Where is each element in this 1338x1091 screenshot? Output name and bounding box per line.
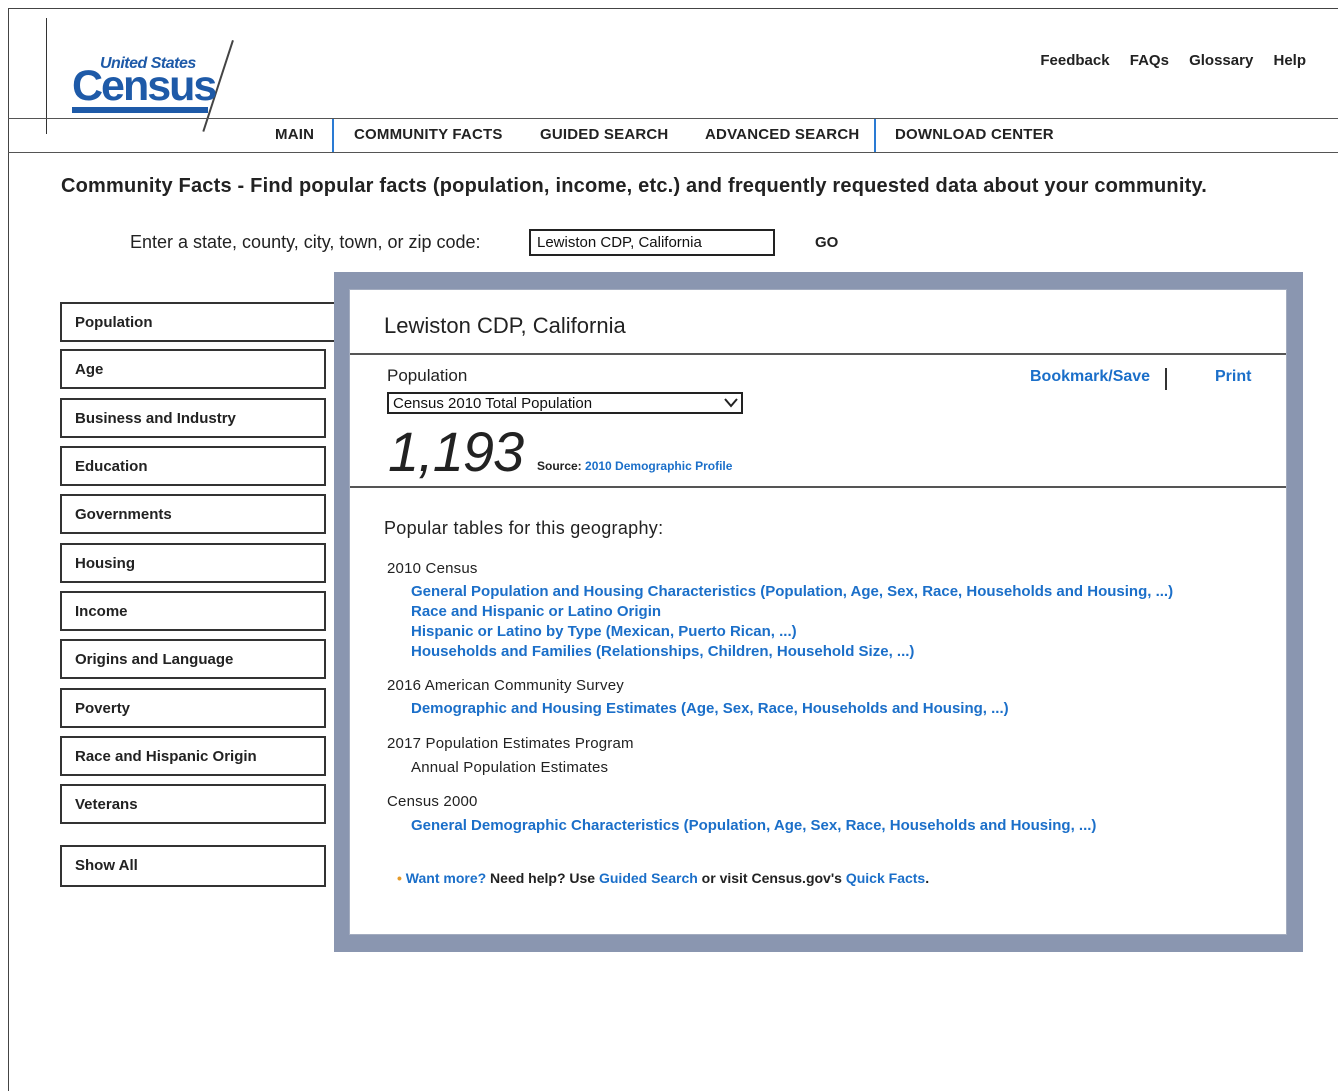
- panel-divider: [350, 486, 1286, 488]
- chevron-down-icon: [724, 398, 738, 408]
- table-link[interactable]: Hispanic or Latino by Type (Mexican, Pue…: [411, 623, 797, 640]
- nav-divider: [8, 152, 1338, 153]
- sidebar-item-race-and-hispanic-origin[interactable]: Race and Hispanic Origin: [60, 736, 326, 776]
- group-title: 2017 Population Estimates Program: [387, 735, 634, 752]
- table-link[interactable]: Race and Hispanic or Latino Origin: [411, 603, 661, 620]
- sidebar-item-veterans[interactable]: Veterans: [60, 784, 326, 824]
- search-label: Enter a state, county, city, town, or zi…: [130, 232, 481, 252]
- quick-facts-link[interactable]: Quick Facts: [846, 870, 925, 886]
- header-divider: [8, 118, 1338, 119]
- action-separator: [1165, 368, 1167, 390]
- sidebar-item-origins-and-language[interactable]: Origins and Language: [60, 639, 326, 679]
- table-link[interactable]: Households and Families (Relationships, …: [411, 643, 914, 660]
- sidebar-item-age[interactable]: Age: [60, 349, 326, 389]
- print-link[interactable]: Print: [1215, 368, 1251, 386]
- source-label: Source:: [537, 459, 582, 473]
- population-value: 1,193: [388, 420, 524, 483]
- sidebar-item-housing[interactable]: Housing: [60, 543, 326, 583]
- measure-select-value: Census 2010 Total Population: [393, 395, 593, 412]
- want-more-line: • Want more? Need help? Use Guided Searc…: [397, 870, 929, 886]
- faqs-link[interactable]: FAQs: [1130, 52, 1169, 69]
- glossary-link[interactable]: Glossary: [1189, 52, 1253, 69]
- nav-main[interactable]: MAIN: [275, 126, 314, 143]
- sidebar-item-business-and-industry[interactable]: Business and Industry: [60, 398, 326, 438]
- logo-divider: [46, 18, 47, 134]
- sidebar-item-population[interactable]: Population: [60, 302, 334, 342]
- want-more-link[interactable]: Want more?: [406, 870, 486, 886]
- table-link[interactable]: General Demographic Characteristics (Pop…: [411, 817, 1096, 834]
- need-help-text: Need help? Use: [486, 870, 599, 886]
- nav-download-center[interactable]: DOWNLOAD CENTER: [895, 126, 1054, 143]
- period-text: .: [925, 870, 930, 886]
- sidebar-item-education[interactable]: Education: [60, 446, 326, 486]
- page-title: Community Facts - Find popular facts (po…: [61, 175, 1208, 197]
- table-item: Annual Population Estimates: [411, 759, 609, 776]
- measure-label: Population: [387, 366, 468, 385]
- sidebar-item-governments[interactable]: Governments: [60, 494, 326, 534]
- geography-title: Lewiston CDP, California: [384, 313, 626, 338]
- bullet-icon: •: [397, 870, 402, 886]
- table-link[interactable]: General Population and Housing Character…: [411, 583, 1173, 600]
- search-input[interactable]: [529, 229, 775, 256]
- feedback-link[interactable]: Feedback: [1040, 52, 1109, 69]
- panel-divider: [350, 353, 1286, 355]
- go-button[interactable]: GO: [815, 234, 838, 251]
- nav-guided-search[interactable]: GUIDED SEARCH: [540, 126, 668, 143]
- popular-tables-heading: Popular tables for this geography:: [384, 518, 664, 538]
- source-link[interactable]: 2010 Demographic Profile: [585, 459, 732, 473]
- logo-census: Census: [72, 62, 217, 110]
- nav-separator: [332, 119, 334, 153]
- group-title: 2010 Census: [387, 560, 478, 577]
- logo-bureau-bar: [72, 107, 208, 113]
- nav-community-facts[interactable]: COMMUNITY FACTS: [354, 126, 503, 143]
- bookmark-save-link[interactable]: Bookmark/Save: [1030, 368, 1150, 386]
- census-logo[interactable]: United States Census: [70, 55, 220, 121]
- sidebar-item-income[interactable]: Income: [60, 591, 326, 631]
- guided-search-link[interactable]: Guided Search: [599, 870, 698, 886]
- nav-separator: [874, 119, 876, 153]
- top-links: Feedback FAQs Glossary Help: [1024, 52, 1306, 69]
- group-title: 2016 American Community Survey: [387, 677, 624, 694]
- source-line: Source: 2010 Demographic Profile: [537, 459, 732, 473]
- or-visit-text: or visit Census.gov's: [697, 870, 846, 886]
- group-title: Census 2000: [387, 793, 478, 810]
- show-all-button[interactable]: Show All: [60, 845, 326, 887]
- table-link[interactable]: Demographic and Housing Estimates (Age, …: [411, 700, 1009, 717]
- sidebar-item-poverty[interactable]: Poverty: [60, 688, 326, 728]
- measure-select[interactable]: Census 2010 Total Population: [387, 392, 743, 414]
- help-link[interactable]: Help: [1273, 52, 1306, 69]
- nav-advanced-search[interactable]: ADVANCED SEARCH: [705, 126, 859, 143]
